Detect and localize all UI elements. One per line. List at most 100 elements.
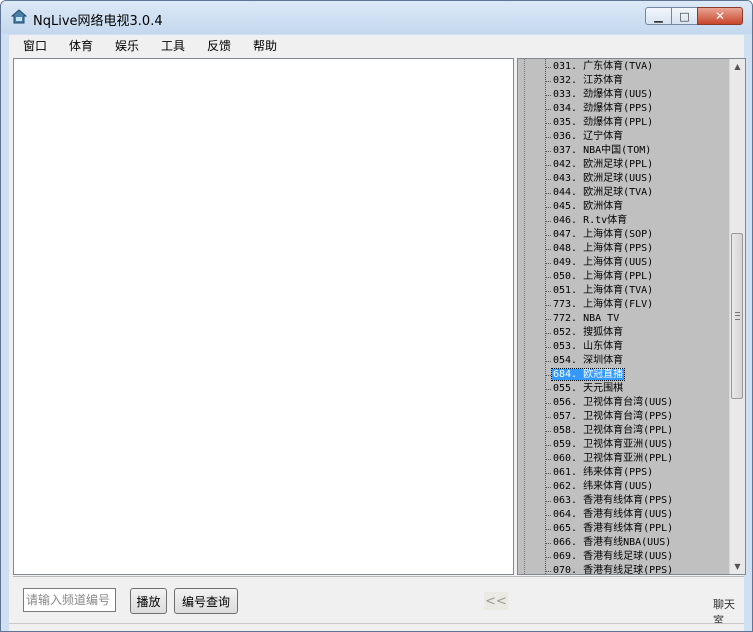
grip-icon bbox=[735, 312, 740, 320]
menu-bar: 窗口 体育 娱乐 工具 反馈 帮助 bbox=[9, 35, 744, 55]
channel-item[interactable]: 062. 纬来体育(UUS) bbox=[518, 480, 730, 494]
menu-sports[interactable]: 体育 bbox=[69, 37, 93, 54]
channel-label: 031. 广东体育(TVA) bbox=[553, 61, 654, 72]
menu-entertainment[interactable]: 娱乐 bbox=[115, 37, 139, 54]
channel-item[interactable]: 056. 卫视体育台湾(UUS) bbox=[518, 396, 730, 410]
collapse-button[interactable]: << bbox=[484, 592, 508, 610]
window-title: NqLive网络电视3.0.4 bbox=[33, 14, 163, 29]
channel-item[interactable]: 033. 劲爆体育(UUS) bbox=[518, 88, 730, 102]
video-area[interactable] bbox=[13, 58, 514, 575]
channel-label: 044. 欧洲足球(TVA) bbox=[553, 187, 654, 198]
channel-item[interactable]: 052. 搜狐体育 bbox=[518, 326, 730, 340]
channel-label: 052. 搜狐体育 bbox=[553, 327, 624, 338]
channel-item[interactable]: 037. NBA中国(TOM) bbox=[518, 144, 730, 158]
maximize-icon: □ bbox=[679, 9, 690, 23]
menu-help[interactable]: 帮助 bbox=[253, 37, 277, 54]
scroll-up-icon[interactable]: ▲ bbox=[730, 59, 745, 74]
channel-label: 060. 卫视体育亚洲(PPL) bbox=[553, 453, 674, 464]
scroll-thumb[interactable] bbox=[731, 233, 743, 399]
menu-feedback[interactable]: 反馈 bbox=[207, 37, 231, 54]
channel-item[interactable]: 057. 卫视体育台湾(PPS) bbox=[518, 410, 730, 424]
channel-label: 070. 香港有线足球(PPS) bbox=[553, 565, 674, 575]
channel-item[interactable]: 064. 香港有线体育(UUS) bbox=[518, 508, 730, 522]
channel-label: 045. 欧洲体育 bbox=[553, 201, 624, 212]
channel-label: 047. 上海体育(SOP) bbox=[553, 229, 654, 240]
channel-item[interactable]: 049. 上海体育(UUS) bbox=[518, 256, 730, 270]
channel-item[interactable]: 044. 欧洲足球(TVA) bbox=[518, 186, 730, 200]
menu-window[interactable]: 窗口 bbox=[23, 37, 47, 54]
scroll-down-icon[interactable]: ▼ bbox=[730, 559, 745, 574]
channel-label: 066. 香港有线NBA(UUS) bbox=[553, 537, 672, 548]
channel-item[interactable]: 058. 卫视体育台湾(PPL) bbox=[518, 424, 730, 438]
channel-item[interactable]: 065. 香港有线体育(PPL) bbox=[518, 522, 730, 536]
minimize-button[interactable]: ▁ bbox=[645, 7, 672, 25]
channel-item[interactable]: 034. 劲爆体育(PPS) bbox=[518, 102, 730, 116]
channel-label: 050. 上海体育(PPL) bbox=[553, 271, 654, 282]
close-icon: ✕ bbox=[714, 9, 726, 23]
channel-item[interactable]: 050. 上海体育(PPL) bbox=[518, 270, 730, 284]
channel-label: 049. 上海体育(UUS) bbox=[553, 257, 654, 268]
channel-item[interactable]: 684. 欧冠直播 bbox=[518, 368, 730, 382]
channel-label: 033. 劲爆体育(UUS) bbox=[553, 89, 654, 100]
channel-label: 065. 香港有线体育(PPL) bbox=[553, 523, 674, 534]
channel-label: 064. 香港有线体育(UUS) bbox=[553, 509, 674, 520]
channel-item[interactable]: 060. 卫视体育亚洲(PPL) bbox=[518, 452, 730, 466]
channel-item[interactable]: 042. 欧洲足球(PPL) bbox=[518, 158, 730, 172]
channel-item[interactable]: 055. 天元围棋 bbox=[518, 382, 730, 396]
number-query-button[interactable]: 编号查询 bbox=[174, 588, 238, 614]
channel-label: 037. NBA中国(TOM) bbox=[553, 145, 652, 156]
channel-item[interactable]: 773. 上海体育(FLV) bbox=[518, 298, 730, 312]
channel-label: 055. 天元围棋 bbox=[553, 383, 624, 394]
channel-label: 051. 上海体育(TVA) bbox=[553, 285, 654, 296]
channel-item[interactable]: 053. 山东体育 bbox=[518, 340, 730, 354]
channel-list: 031. 广东体育(TVA) 032. 江苏体育 033. 劲爆体育(UUS) 034… bbox=[518, 60, 730, 575]
channel-label: 054. 深圳体育 bbox=[553, 355, 624, 366]
channel-item[interactable]: 059. 卫视体育亚洲(UUS) bbox=[518, 438, 730, 452]
play-button[interactable]: 播放 bbox=[130, 588, 167, 614]
channel-label: 034. 劲爆体育(PPS) bbox=[553, 103, 654, 114]
channel-item[interactable]: 772. NBA TV bbox=[518, 312, 730, 326]
close-button[interactable]: ✕ bbox=[697, 7, 743, 25]
channel-label: 053. 山东体育 bbox=[553, 341, 624, 352]
channel-item[interactable]: 045. 欧洲体育 bbox=[518, 200, 730, 214]
channel-label: 069. 香港有线足球(UUS) bbox=[553, 551, 674, 562]
channel-item[interactable]: 054. 深圳体育 bbox=[518, 354, 730, 368]
channel-label: 042. 欧洲足球(PPL) bbox=[553, 159, 654, 170]
maximize-button[interactable]: □ bbox=[671, 7, 698, 25]
channel-label: 057. 卫视体育台湾(PPS) bbox=[553, 411, 674, 422]
channel-item[interactable]: 066. 香港有线NBA(UUS) bbox=[518, 536, 730, 550]
channel-label: 059. 卫视体育亚洲(UUS) bbox=[553, 439, 674, 450]
channel-item[interactable]: 031. 广东体育(TVA) bbox=[518, 60, 730, 74]
channel-label: 048. 上海体育(PPS) bbox=[553, 243, 654, 254]
channel-label: 043. 欧洲足球(UUS) bbox=[553, 173, 654, 184]
channel-label: 062. 纬来体育(UUS) bbox=[553, 481, 654, 492]
channel-item[interactable]: 061. 纬来体育(PPS) bbox=[518, 466, 730, 480]
channel-item[interactable]: 063. 香港有线体育(PPS) bbox=[518, 494, 730, 508]
bottom-toolbar: 播放 编号查询 << 聊天室 bbox=[13, 576, 744, 627]
channel-tree: 031. 广东体育(TVA) 032. 江苏体育 033. 劲爆体育(UUS) 034… bbox=[517, 58, 746, 575]
menu-tools[interactable]: 工具 bbox=[161, 37, 185, 54]
channel-item[interactable]: 035. 劲爆体育(PPL) bbox=[518, 116, 730, 130]
channel-number-input[interactable] bbox=[23, 588, 116, 612]
channel-item[interactable]: 048. 上海体育(PPS) bbox=[518, 242, 730, 256]
channel-item[interactable]: 032. 江苏体育 bbox=[518, 74, 730, 88]
channel-item[interactable]: 070. 香港有线足球(PPS) bbox=[518, 564, 730, 575]
channel-item[interactable]: 043. 欧洲足球(UUS) bbox=[518, 172, 730, 186]
channel-label: 772. NBA TV bbox=[553, 313, 620, 324]
channel-item[interactable]: 036. 辽宁体育 bbox=[518, 130, 730, 144]
channel-item[interactable]: 069. 香港有线足球(UUS) bbox=[518, 550, 730, 564]
channel-item[interactable]: 047. 上海体育(SOP) bbox=[518, 228, 730, 242]
channel-scrollbar[interactable]: ▲ ▼ bbox=[729, 59, 745, 574]
title-bar[interactable]: NqLive网络电视3.0.4 ▁ □ ✕ bbox=[1, 1, 752, 34]
minimize-icon: ▁ bbox=[654, 9, 663, 23]
channel-label: 056. 卫视体育台湾(UUS) bbox=[553, 397, 674, 408]
channel-label: 035. 劲爆体育(PPL) bbox=[553, 117, 654, 128]
tv-app-icon bbox=[11, 9, 27, 24]
channel-item[interactable]: 046. R.tv体育 bbox=[518, 214, 730, 228]
app-window: NqLive网络电视3.0.4 ▁ □ ✕ 窗口 体育 娱乐 工具 反馈 帮助 … bbox=[0, 0, 753, 632]
channel-label: 061. 纬来体育(PPS) bbox=[553, 467, 654, 478]
channel-label: 032. 江苏体育 bbox=[553, 75, 624, 86]
channel-item[interactable]: 051. 上海体育(TVA) bbox=[518, 284, 730, 298]
channel-label: 773. 上海体育(FLV) bbox=[553, 299, 654, 310]
client-area: 031. 广东体育(TVA) 032. 江苏体育 033. 劲爆体育(UUS) 034… bbox=[9, 55, 746, 627]
